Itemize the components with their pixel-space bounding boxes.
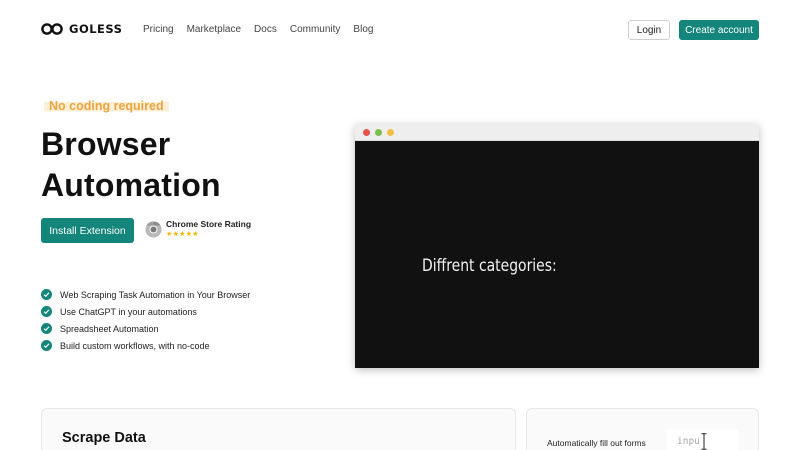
demo-input-text: inpu — [677, 436, 700, 447]
hero-title-line2: Automation — [41, 167, 221, 203]
site-header: GOLESS Pricing Marketplace Docs Communit… — [0, 0, 800, 60]
demo-video-window[interactable]: Diffrent categories: — [355, 124, 759, 368]
check-circle-icon — [41, 340, 52, 351]
install-extension-button[interactable]: Install Extension — [41, 218, 134, 243]
demo-input-field[interactable]: inpu — [667, 429, 739, 450]
nav-link-marketplace[interactable]: Marketplace — [187, 24, 241, 35]
card-title: Scrape Data — [62, 430, 146, 446]
window-close-dot-icon — [363, 128, 370, 136]
feature-text: Use ChatGPT in your automations — [60, 306, 197, 317]
list-item: Use ChatGPT in your automations — [41, 303, 250, 320]
list-item: Build custom workflows, with no-code — [41, 337, 250, 354]
window-maximize-dot-icon — [375, 128, 382, 136]
scrape-data-card: Scrape Data — [41, 408, 516, 450]
text-cursor-icon — [701, 433, 707, 450]
feature-text: Web Scraping Task Automation in Your Bro… — [60, 289, 251, 300]
hero-title-line1: Browser — [41, 126, 171, 162]
card-title: Automatically fill out forms — [547, 438, 646, 448]
hero-tag: No coding required — [44, 99, 169, 113]
list-item: Web Scraping Task Automation in Your Bro… — [41, 286, 250, 303]
main-nav: Pricing Marketplace Docs Community Blog — [143, 24, 373, 35]
check-circle-icon — [41, 323, 52, 334]
rating-label: Chrome Store Rating — [166, 219, 252, 229]
window-titlebar — [355, 124, 759, 141]
list-item: Spreadsheet Automation — [41, 320, 250, 337]
nav-link-docs[interactable]: Docs — [254, 24, 277, 35]
create-account-button[interactable]: Create account — [679, 20, 759, 40]
chrome-icon — [145, 220, 162, 238]
check-circle-icon — [41, 306, 52, 317]
login-button[interactable]: Login — [628, 20, 670, 40]
window-minimize-dot-icon — [387, 128, 394, 136]
feature-list: Web Scraping Task Automation in Your Bro… — [41, 286, 250, 354]
nav-link-community[interactable]: Community — [290, 24, 341, 35]
feature-text: Build custom workflows, with no-code — [60, 340, 210, 351]
feature-text: Spreadsheet Automation — [60, 323, 159, 334]
video-screen[interactable]: Diffrent categories: — [355, 141, 759, 368]
rating-text: Chrome Store Rating ★★★★★ — [166, 219, 251, 239]
nav-link-blog[interactable]: Blog — [353, 24, 373, 35]
fill-forms-card: Automatically fill out forms inpu — [526, 408, 759, 450]
check-circle-icon — [41, 289, 52, 300]
brand-logo[interactable]: GOLESS — [41, 22, 122, 36]
chrome-store-rating[interactable]: Chrome Store Rating ★★★★★ — [145, 219, 251, 239]
nav-link-pricing[interactable]: Pricing — [143, 24, 174, 35]
rating-stars: ★★★★★ — [166, 231, 199, 238]
infinity-logo-icon — [41, 23, 63, 35]
brand-name: GOLESS — [69, 22, 123, 36]
hero-title: Browser Automation — [41, 124, 221, 206]
video-caption: Diffrent categories: — [422, 256, 557, 276]
